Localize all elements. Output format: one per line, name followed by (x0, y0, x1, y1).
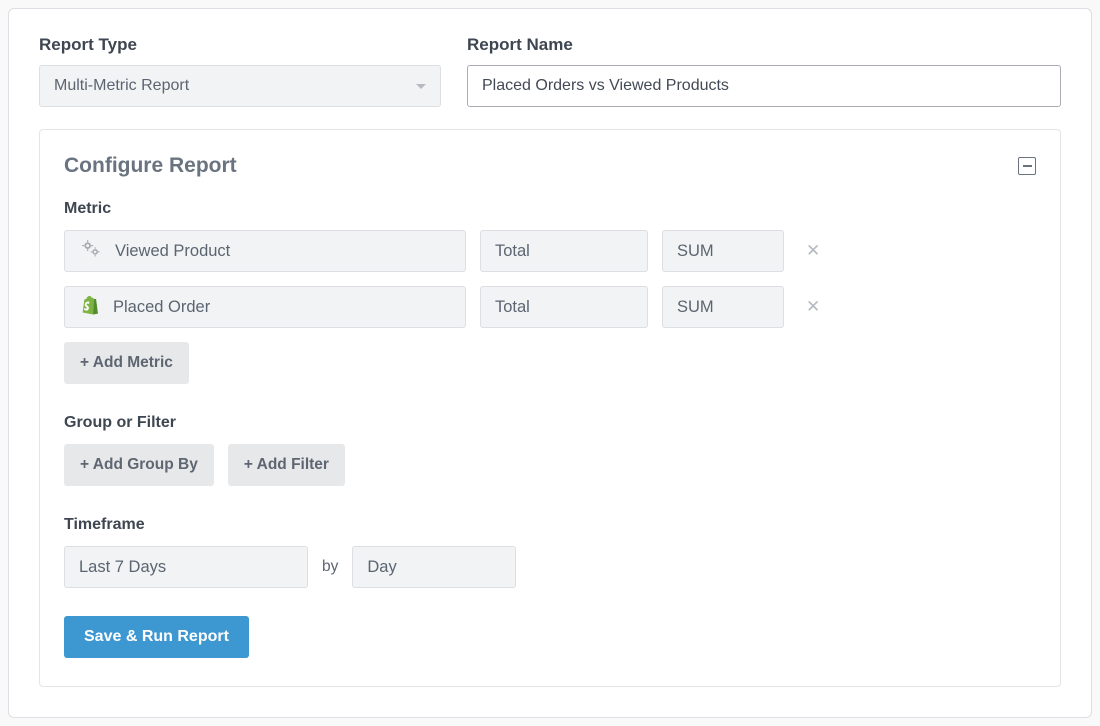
shopify-icon (79, 294, 101, 321)
configure-header: Configure Report (64, 154, 1036, 178)
metric-aggregation-value: SUM (677, 298, 714, 317)
add-group-by-button[interactable]: + Add Group By (64, 444, 214, 486)
report-name-label: Report Name (467, 35, 1061, 55)
metric-aggregation-select[interactable]: SUM (662, 230, 784, 272)
gears-icon (79, 239, 103, 264)
metric-name-select[interactable]: Viewed Product (64, 230, 466, 272)
configure-title: Configure Report (64, 154, 237, 178)
metric-measure-value: Total (495, 298, 530, 317)
timeframe-granularity-value: Day (367, 558, 396, 577)
report-type-column: Report Type Multi-Metric Report (39, 35, 441, 107)
metric-name-select[interactable]: Placed Order (64, 286, 466, 328)
configure-report-panel: Configure Report Metric Viewed Product T… (39, 129, 1061, 687)
metric-measure-select[interactable]: Total (480, 286, 648, 328)
timeframe-section-label: Timeframe (64, 516, 1036, 534)
metric-measure-select[interactable]: Total (480, 230, 648, 272)
timeframe-row: Last 7 Days by Day (64, 546, 1036, 588)
metric-section-label: Metric (64, 200, 1036, 218)
metric-row: Viewed Product Total SUM ✕ (64, 230, 1036, 272)
report-builder-card: Report Type Multi-Metric Report Report N… (8, 8, 1092, 718)
metric-row: Placed Order Total SUM ✕ (64, 286, 1036, 328)
collapse-icon[interactable] (1018, 157, 1036, 175)
add-metric-button[interactable]: + Add Metric (64, 342, 189, 384)
remove-metric-button[interactable]: ✕ (798, 293, 828, 321)
report-type-select[interactable]: Multi-Metric Report (39, 65, 441, 107)
group-filter-section-label: Group or Filter (64, 414, 1036, 432)
report-type-label: Report Type (39, 35, 441, 55)
report-name-input[interactable] (467, 65, 1061, 107)
timeframe-range-value: Last 7 Days (79, 558, 166, 577)
metric-name-value: Placed Order (113, 298, 439, 317)
report-type-value: Multi-Metric Report (54, 77, 189, 95)
timeframe-range-select[interactable]: Last 7 Days (64, 546, 308, 588)
remove-metric-button[interactable]: ✕ (798, 237, 828, 265)
report-name-column: Report Name (467, 35, 1061, 107)
top-fields-row: Report Type Multi-Metric Report Report N… (39, 35, 1061, 107)
chevron-down-icon (416, 84, 426, 89)
metric-aggregation-value: SUM (677, 242, 714, 261)
by-label: by (322, 558, 338, 576)
timeframe-granularity-select[interactable]: Day (352, 546, 516, 588)
metric-aggregation-select[interactable]: SUM (662, 286, 784, 328)
metric-name-value: Viewed Product (115, 242, 439, 261)
add-filter-button[interactable]: + Add Filter (228, 444, 345, 486)
metric-measure-value: Total (495, 242, 530, 261)
save-run-report-button[interactable]: Save & Run Report (64, 616, 249, 658)
